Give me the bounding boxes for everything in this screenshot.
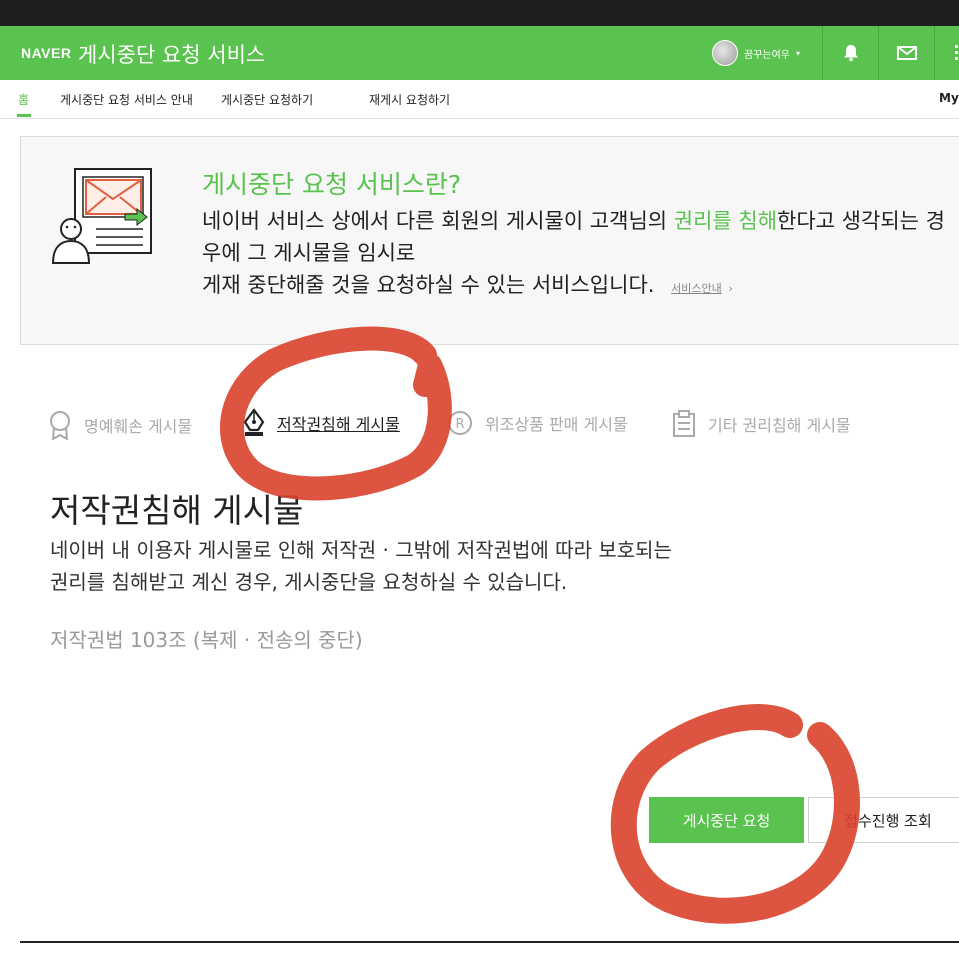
intro-text-part3: 게재 중단해줄 것을 요청하실 수 있는 서비스입니다. [202,273,655,297]
tab-label: 저작권침해 게시물 [277,415,400,434]
section-title: 저작권침해 게시물 [50,491,304,530]
nav-request[interactable]: 게시중단 요청하기 [221,91,313,108]
category-tabs: 명예훼손 게시물 저작권침해 게시물 R 위조상품 판매 게시물 기타 권리침해… [0,405,959,445]
avatar[interactable] [712,40,738,66]
notifications-button[interactable] [822,26,878,80]
nav-home[interactable]: 홈 [18,91,29,108]
chevron-down-icon[interactable]: ▾ [796,49,800,58]
tab-other-rights[interactable]: 기타 권리침해 게시물 [672,410,851,438]
intro-description: 네이버 서비스 상에서 다른 회원의 게시물이 고객님의 권리를 침해한다고 생… [202,205,959,305]
tab-label: 위조상품 판매 게시물 [485,415,628,434]
user-menu[interactable]: 꿈꾸는여우 ▾ [712,40,800,66]
nav-service-guide[interactable]: 게시중단 요청 서비스 안내 [60,91,193,108]
naver-logo[interactable]: NAVER [21,45,71,61]
registered-icon: R [448,411,472,435]
pen-nib-icon [243,408,265,436]
section-description: 네이버 내 이용자 게시물로 인해 저작권 · 그밖에 저작권법에 따라 보호되… [50,534,810,598]
divider [20,941,959,943]
section-desc-line2: 권리를 침해받고 계신 경우, 게시중단을 요청하실 수 있습니다. [50,570,568,594]
intro-text-part1: 네이버 서비스 상에서 다른 회원의 게시물이 고객님의 [202,209,674,233]
intro-highlight: 권리를 침해 [673,209,778,233]
request-takedown-button[interactable]: 게시중단 요청 [649,797,804,843]
service-intro-panel: 게시중단 요청 서비스란? 네이버 서비스 상에서 다른 회원의 게시물이 고객… [20,136,959,345]
chevron-right-icon[interactable]: › [728,282,732,295]
top-system-bar [0,0,959,26]
service-guide-link[interactable]: 서비스안내 [671,282,722,295]
section-desc-line1: 네이버 내 이용자 게시물로 인해 저작권 · 그밖에 저작권법에 따라 보호되… [50,538,672,562]
medal-icon [50,411,70,440]
tab-label: 명예훼손 게시물 [84,417,193,436]
mail-icon [896,46,917,60]
document-person-icon [51,168,152,264]
intro-title: 게시중단 요청 서비스란? [202,170,462,199]
clipboard-icon [673,410,695,437]
tab-copyright[interactable]: 저작권침해 게시물 [243,408,400,438]
tab-counterfeit[interactable]: R 위조상품 판매 게시물 [447,410,628,436]
svg-text:R: R [455,417,464,432]
apps-button[interactable] [934,26,959,80]
apps-grid-icon [954,45,958,60]
tab-defamation[interactable]: 명예훼손 게시물 [48,410,192,440]
nav-active-indicator [17,114,31,117]
main-nav: 홈 게시중단 요청 서비스 안내 게시중단 요청하기 재게시 요청하기 My [0,80,959,119]
nav-repost-request[interactable]: 재게시 요청하기 [369,91,450,108]
check-status-button[interactable]: 접수진행 조회 [808,797,959,843]
page-title[interactable]: 게시중단 요청 서비스 [78,39,265,69]
app-header: NAVER 게시중단 요청 서비스 꿈꾸는여우 ▾ [0,26,959,80]
tab-label: 기타 권리침해 게시물 [708,416,851,435]
bell-icon [843,45,858,62]
username[interactable]: 꿈꾸는여우 [744,46,790,61]
mail-button[interactable] [878,26,934,80]
nav-my[interactable]: My [939,91,959,105]
section-law-reference: 저작권법 103조 (복제 · 전송의 중단) [50,628,363,652]
